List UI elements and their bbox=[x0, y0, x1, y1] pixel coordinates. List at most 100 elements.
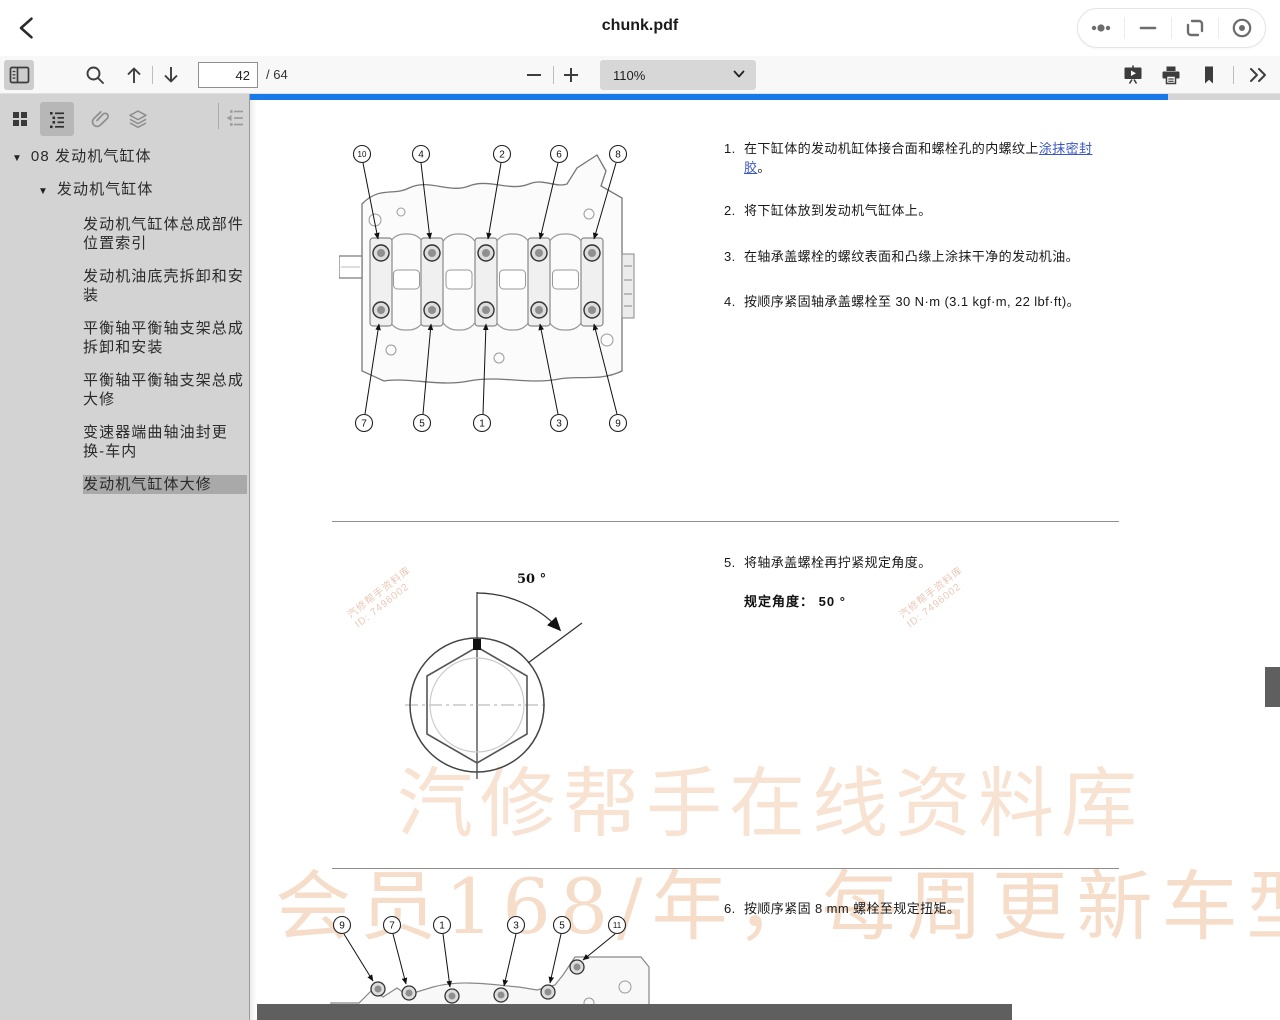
outline-root-label: 08 发动机气缸体 bbox=[31, 148, 152, 165]
callout-number: 8 bbox=[615, 149, 621, 160]
step-number: 4. bbox=[724, 292, 744, 311]
step-text: 按顺序紧固 8 mm 螺栓至规定扭矩。 bbox=[744, 899, 1114, 918]
sidebar-resizer[interactable] bbox=[250, 94, 257, 1020]
zoom-out-button[interactable] bbox=[519, 60, 549, 90]
bookmark-button[interactable] bbox=[1193, 60, 1225, 90]
attachments-view-button[interactable] bbox=[83, 102, 117, 136]
step-text: 将轴承盖螺栓再拧紧规定角度。 bbox=[744, 553, 1114, 572]
sidebar-toolbar bbox=[0, 94, 249, 138]
outline-item[interactable]: 平衡轴平衡轴支架总成拆卸和安装 bbox=[83, 319, 247, 357]
section-divider bbox=[332, 521, 1119, 522]
next-page-button[interactable] bbox=[156, 60, 186, 90]
horizontal-scrollbar-thumb[interactable] bbox=[257, 1004, 1012, 1020]
outline-child-item[interactable]: ▼发动机气缸体 bbox=[38, 180, 249, 201]
printer-icon bbox=[1160, 64, 1182, 86]
angle-value-label: 50 ° bbox=[517, 572, 546, 587]
restore-window-button[interactable] bbox=[1172, 8, 1218, 48]
chevron-down-icon bbox=[733, 70, 745, 79]
outline-item[interactable]: 平衡轴平衡轴支架总成大修 bbox=[83, 371, 247, 409]
step-text: 在轴承盖螺栓的螺纹表面和凸缘上涂抹干净的发动机油。 bbox=[744, 247, 1114, 266]
zoom-level-select[interactable]: 110% bbox=[600, 60, 756, 90]
window-controls-pill bbox=[1077, 8, 1266, 48]
step-text: 在下缸体的发动机缸体接合面和螺栓孔的内螺纹上涂抹密封胶。 bbox=[744, 139, 1098, 177]
caret-down-icon: ▼ bbox=[38, 186, 48, 197]
engine-block-bottom-diagram: 10426875139 bbox=[339, 138, 639, 438]
layers-view-button[interactable] bbox=[121, 102, 155, 136]
close-record-button[interactable] bbox=[1219, 8, 1265, 48]
callout-number: 5 bbox=[559, 920, 565, 931]
more-options-button[interactable] bbox=[1078, 8, 1124, 48]
search-icon bbox=[83, 63, 107, 87]
pdf-page-view: 汽修帮手在线资料库 会员168/年，每周更新车型 汽修帮手资料库 ID: 749… bbox=[257, 94, 1280, 1020]
outline-tree: ▼ 08 发动机气缸体 ▼发动机气缸体 发动机气缸体总成部件位置索引发动机油底壳拆… bbox=[0, 147, 249, 494]
callout-number: 11 bbox=[613, 921, 622, 930]
presentation-mode-button[interactable] bbox=[1117, 60, 1149, 90]
instruction-step: 1. 在下缸体的发动机缸体接合面和螺栓孔的内螺纹上涂抹密封胶。 bbox=[724, 139, 1098, 177]
callout-number: 1 bbox=[439, 920, 445, 931]
callout-number: 4 bbox=[418, 149, 424, 160]
sidebar: ▼ 08 发动机气缸体 ▼发动机气缸体 发动机气缸体总成部件位置索引发动机油底壳拆… bbox=[0, 94, 250, 1020]
outline-item[interactable]: 发动机气缸体大修 bbox=[83, 475, 247, 494]
section-divider bbox=[332, 868, 1119, 869]
callout-number: 3 bbox=[556, 418, 562, 429]
outline-list-icon bbox=[47, 109, 67, 129]
page-count-label: / 64 bbox=[266, 67, 288, 82]
instruction-step: 2. 将下缸体放到发动机气缸体上。 bbox=[724, 201, 1114, 220]
outline-root-item[interactable]: ▼ 08 发动机气缸体 bbox=[12, 147, 249, 168]
step-number: 1. bbox=[724, 139, 744, 177]
vertical-scrollbar-thumb[interactable] bbox=[1265, 667, 1280, 707]
outline-item[interactable]: 发动机气缸体总成部件位置索引 bbox=[83, 215, 247, 253]
instruction-step: 6. 按顺序紧固 8 mm 螺栓至规定扭矩。 bbox=[724, 899, 1114, 918]
sidebar-toggle-icon bbox=[8, 64, 30, 86]
step-number: 3. bbox=[724, 247, 744, 266]
toolbar-divider bbox=[1233, 66, 1234, 84]
callout-number: 7 bbox=[361, 418, 367, 429]
double-chevron-icon bbox=[1246, 64, 1270, 86]
minus-icon bbox=[523, 64, 545, 86]
callout-number: 3 bbox=[513, 920, 519, 931]
more-dots-icon bbox=[1088, 15, 1114, 41]
print-button[interactable] bbox=[1155, 60, 1187, 90]
current-outline-item-button[interactable] bbox=[222, 105, 248, 131]
previous-page-button[interactable] bbox=[119, 60, 149, 90]
pdf-toolbar: / 64 110% bbox=[0, 56, 1280, 94]
step-text-segment: 。 bbox=[757, 160, 770, 175]
callout-number: 10 bbox=[358, 150, 367, 159]
callout-number: 6 bbox=[556, 149, 562, 160]
arrow-down-icon bbox=[159, 63, 183, 87]
outline-leaf-list: 发动机气缸体总成部件位置索引发动机油底壳拆卸和安装平衡轴平衡轴支架总成拆卸和安装… bbox=[83, 215, 247, 494]
caret-down-icon: ▼ bbox=[12, 153, 22, 164]
thumbnails-view-button[interactable] bbox=[3, 102, 37, 136]
step-number: 5. bbox=[724, 553, 744, 572]
presentation-icon bbox=[1122, 64, 1144, 86]
callout-number: 1 bbox=[479, 418, 485, 429]
find-button[interactable] bbox=[80, 60, 110, 90]
toolbar-right-group bbox=[1117, 56, 1280, 94]
outline-item[interactable]: 变速器端曲轴油封更换-车内 bbox=[83, 423, 247, 461]
loading-progress-track bbox=[250, 94, 1280, 100]
step-text-segment: 在下缸体的发动机缸体接合面和螺栓孔的内螺纹上 bbox=[744, 141, 1039, 156]
step-text: 按顺序紧固轴承盖螺栓至 30 N·m (3.1 kgf·m, 22 lbf·ft… bbox=[744, 292, 1114, 311]
step-text: 将下缸体放到发动机气缸体上。 bbox=[744, 201, 1114, 220]
minimize-icon bbox=[1137, 17, 1159, 39]
bolt-angle-diagram: 50 ° bbox=[339, 565, 599, 785]
paperclip-icon bbox=[90, 109, 110, 129]
bookmark-icon bbox=[1198, 64, 1220, 86]
toolbar-divider bbox=[553, 66, 554, 84]
toggle-sidebar-button[interactable] bbox=[4, 60, 34, 90]
callout-number: 9 bbox=[615, 418, 621, 429]
locate-outline-icon bbox=[224, 107, 246, 129]
record-circle-icon bbox=[1230, 16, 1254, 40]
callout-number: 2 bbox=[499, 149, 505, 160]
minimize-button[interactable] bbox=[1125, 8, 1171, 48]
zoom-in-button[interactable] bbox=[556, 60, 586, 90]
main-area: ▼ 08 发动机气缸体 ▼发动机气缸体 发动机气缸体总成部件位置索引发动机油底壳拆… bbox=[0, 94, 1280, 1020]
callout-number: 9 bbox=[339, 920, 345, 931]
arrow-up-icon bbox=[122, 63, 146, 87]
outline-item[interactable]: 发动机油底壳拆卸和安装 bbox=[83, 267, 247, 305]
page-number-input[interactable] bbox=[198, 62, 258, 88]
outline-view-button[interactable] bbox=[40, 102, 74, 136]
pdf-viewer-app: chunk.pdf bbox=[0, 0, 1280, 1020]
more-tools-button[interactable] bbox=[1242, 60, 1274, 90]
step-number: 6. bbox=[724, 899, 744, 918]
